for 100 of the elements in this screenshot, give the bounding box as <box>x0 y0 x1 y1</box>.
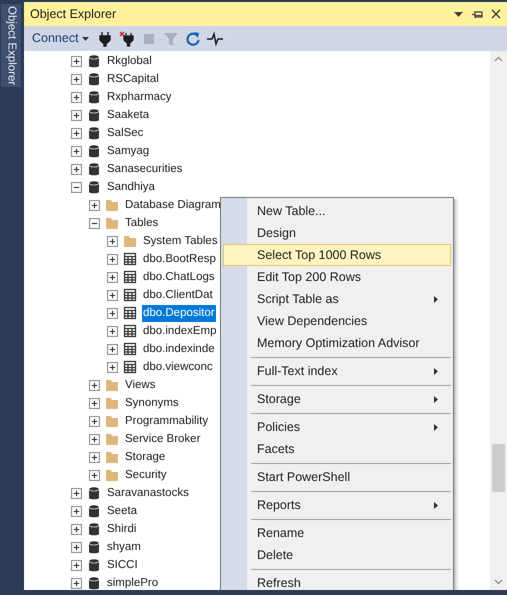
tree-item[interactable]: Programmability <box>124 412 210 430</box>
dropdown-icon[interactable] <box>454 12 463 16</box>
tree-item[interactable]: Tables <box>124 214 160 232</box>
tree-item[interactable]: dbo.indexinde <box>142 340 216 358</box>
menu-item[interactable]: Design <box>223 222 451 244</box>
expand-icon[interactable] <box>71 146 82 156</box>
expand-icon[interactable] <box>89 380 100 390</box>
expand-icon[interactable] <box>107 290 118 300</box>
expand-icon[interactable] <box>71 74 82 84</box>
collapse-icon[interactable] <box>89 218 100 228</box>
menu-item[interactable]: Refresh <box>223 572 451 590</box>
menu-item[interactable]: Full-Text index <box>223 360 451 382</box>
tree-item[interactable]: System Tables <box>142 232 219 250</box>
tree-item[interactable]: SalSec <box>106 124 144 142</box>
tree-item[interactable]: dbo.ClientDat <box>142 286 214 304</box>
expand-icon[interactable] <box>71 560 82 570</box>
menu-item[interactable]: View Dependencies <box>223 310 451 332</box>
tree-item[interactable]: dbo.Depositor <box>142 304 216 322</box>
tree-item[interactable]: simplePro <box>106 574 160 590</box>
tree-item[interactable]: Security <box>124 466 168 484</box>
connect-button[interactable]: Connect <box>30 29 91 48</box>
tree-item[interactable]: Seeta <box>106 502 138 520</box>
close-icon[interactable] <box>491 9 501 19</box>
expand-icon[interactable] <box>89 470 100 480</box>
expand-icon[interactable] <box>71 128 82 138</box>
side-tab[interactable]: Object Explorer <box>1 4 21 88</box>
menu-item[interactable]: Reports <box>223 494 451 516</box>
tree-item[interactable]: Views <box>124 376 156 394</box>
expand-icon[interactable] <box>71 110 82 120</box>
expand-icon[interactable] <box>71 578 82 588</box>
expand-icon[interactable] <box>107 344 118 354</box>
refresh-icon <box>184 30 201 46</box>
database-icon <box>87 162 101 176</box>
plug-button[interactable] <box>96 30 113 46</box>
expand-icon[interactable] <box>71 56 82 66</box>
expand-icon[interactable] <box>71 164 82 174</box>
tree-item[interactable]: Service Broker <box>124 430 202 448</box>
disconnect-button[interactable] <box>118 30 135 46</box>
menu-item[interactable]: Start PowerShell <box>223 466 451 488</box>
expand-icon[interactable] <box>71 92 82 102</box>
expand-icon[interactable] <box>107 326 118 336</box>
menu-item[interactable]: Policies <box>223 416 451 438</box>
expand-icon[interactable] <box>89 452 100 462</box>
expand-icon[interactable] <box>89 200 100 210</box>
menu-item[interactable]: Script Table as <box>223 288 451 310</box>
tree-item[interactable]: Rxpharmacy <box>106 88 173 106</box>
table-icon <box>123 306 137 320</box>
expand-icon[interactable] <box>107 254 118 264</box>
folder-icon <box>105 414 119 428</box>
menu-item[interactable]: Delete <box>223 544 451 566</box>
tree-item[interactable]: Storage <box>124 448 166 466</box>
expand-icon[interactable] <box>107 308 118 318</box>
tree-item[interactable]: SICCI <box>106 556 139 574</box>
tree-item[interactable]: Rkglobal <box>106 52 153 70</box>
database-icon <box>87 144 101 158</box>
menu-item[interactable]: Rename <box>223 522 451 544</box>
expand-icon[interactable] <box>107 236 118 246</box>
pin-icon[interactable] <box>471 10 483 18</box>
expand-icon[interactable] <box>89 416 100 426</box>
tree-item[interactable]: Database Diagram <box>124 196 222 214</box>
scroll-up-icon[interactable] <box>494 55 503 64</box>
tree-item[interactable]: dbo.viewconc <box>142 358 214 376</box>
menu-item[interactable]: New Table... <box>223 200 451 222</box>
expand-icon[interactable] <box>89 434 100 444</box>
tree-item[interactable]: shyam <box>106 538 142 556</box>
tree-item[interactable]: Synonyms <box>124 394 180 412</box>
expand-icon[interactable] <box>89 398 100 408</box>
expand-icon[interactable] <box>71 488 82 498</box>
tree-item[interactable]: RSCapital <box>106 70 160 88</box>
folder-icon <box>105 468 119 482</box>
expand-icon[interactable] <box>71 524 82 534</box>
disconnect-icon <box>118 30 135 46</box>
scrollbar[interactable] <box>490 51 507 590</box>
expand-icon[interactable] <box>71 542 82 552</box>
tree-item[interactable]: Samyag <box>106 142 150 160</box>
scroll-thumb[interactable] <box>492 444 505 492</box>
menu-item[interactable]: Facets <box>223 438 451 460</box>
filter-icon <box>162 30 179 46</box>
folder-icon <box>105 198 119 212</box>
menu-item[interactable]: Storage <box>223 388 451 410</box>
tree-item[interactable]: dbo.ChatLogs <box>142 268 216 286</box>
menu-item[interactable]: Select Top 1000 Rows <box>223 244 451 266</box>
table-icon <box>123 360 137 374</box>
expand-icon[interactable] <box>71 506 82 516</box>
refresh-button[interactable] <box>184 30 201 46</box>
tree-item[interactable]: dbo.indexEmp <box>142 322 218 340</box>
scroll-down-icon[interactable] <box>494 577 503 586</box>
menu-item[interactable]: Edit Top 200 Rows <box>223 266 451 288</box>
expand-icon[interactable] <box>107 272 118 282</box>
tree-item[interactable]: dbo.BootResp <box>142 250 217 268</box>
tree-item[interactable]: Saravanastocks <box>106 484 190 502</box>
tree-item[interactable]: Saaketa <box>106 106 150 124</box>
expand-icon[interactable] <box>107 362 118 372</box>
tree-item[interactable]: Shirdi <box>106 520 138 538</box>
pulse-button[interactable] <box>206 30 223 46</box>
tree-item[interactable]: Sandhiya <box>106 178 156 196</box>
tree-item[interactable]: Sanasecurities <box>106 160 184 178</box>
collapse-icon[interactable] <box>71 182 82 192</box>
menu-item[interactable]: Memory Optimization Advisor <box>223 332 451 354</box>
database-icon <box>87 126 101 140</box>
